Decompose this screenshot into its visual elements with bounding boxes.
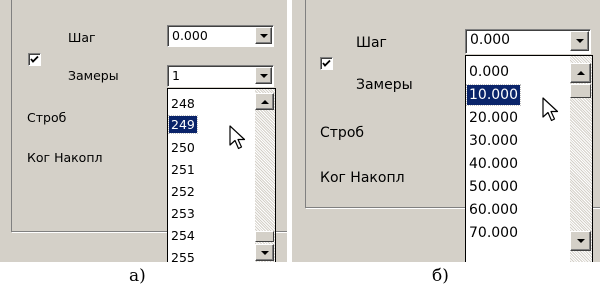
step-combobox[interactable]: 0.000 bbox=[167, 25, 274, 47]
measurements-dropdown-list[interactable]: 248 249 250 251 252 253 254 255 bbox=[167, 88, 276, 262]
scroll-down-icon bbox=[576, 239, 585, 243]
list-item[interactable]: 60.000 bbox=[469, 200, 518, 220]
list-item[interactable]: 30.000 bbox=[469, 131, 518, 151]
scroll-down-icon bbox=[260, 250, 269, 255]
list-item[interactable]: 248 bbox=[171, 94, 195, 114]
list-item[interactable]: 253 bbox=[171, 204, 195, 224]
list-item[interactable]: 40.000 bbox=[469, 154, 518, 174]
step-dropdown-button[interactable] bbox=[255, 27, 272, 44]
list-item[interactable]: 20.000 bbox=[469, 108, 518, 128]
step-label: Шаг bbox=[356, 35, 387, 51]
measurements-label: Замеры bbox=[68, 68, 119, 83]
list-item[interactable]: 251 bbox=[171, 160, 195, 180]
scroll-up-icon bbox=[576, 71, 585, 75]
list-item[interactable]: 255 bbox=[171, 248, 195, 262]
accum-label: Ког Накопл bbox=[27, 150, 103, 165]
caption-a: а) bbox=[129, 266, 146, 286]
dropdown-arrow-icon bbox=[259, 73, 268, 78]
accum-label: Ког Накопл bbox=[320, 170, 405, 186]
measurements-value: 1 bbox=[172, 68, 180, 83]
scroll-down-button[interactable] bbox=[570, 231, 591, 251]
scroll-up-button[interactable] bbox=[255, 93, 274, 110]
step-value: 0.000 bbox=[470, 32, 511, 48]
step-label: Шаг bbox=[68, 30, 96, 45]
step-dropdown-list[interactable]: 0.000 10.000 20.000 30.000 40.000 50.000… bbox=[465, 55, 593, 262]
dropdown-arrow-icon bbox=[575, 39, 584, 43]
strobe-label: Строб bbox=[320, 125, 365, 141]
mouse-pointer-icon bbox=[229, 125, 246, 150]
list-item[interactable]: 50.000 bbox=[469, 177, 518, 197]
mouse-pointer-icon bbox=[542, 97, 559, 122]
scroll-thumb[interactable] bbox=[255, 231, 274, 242]
dropdown-arrow-icon bbox=[259, 33, 268, 38]
scroll-up-button[interactable] bbox=[570, 63, 591, 83]
caption-b: б) bbox=[432, 266, 449, 286]
measurements-checkbox[interactable] bbox=[320, 57, 333, 70]
list-item-selected[interactable]: 10.000 bbox=[466, 84, 521, 106]
strobe-label: Строб bbox=[27, 110, 67, 125]
list-item[interactable]: 70.000 bbox=[469, 223, 518, 243]
check-icon bbox=[322, 59, 331, 67]
measurements-label: Замеры bbox=[356, 77, 413, 93]
list-item[interactable]: 254 bbox=[171, 226, 195, 246]
measurements-dropdown-button[interactable] bbox=[255, 67, 272, 84]
scroll-up-icon bbox=[260, 99, 269, 104]
measurements-checkbox[interactable] bbox=[28, 53, 41, 66]
step-value: 0.000 bbox=[172, 28, 208, 43]
list-item[interactable]: 250 bbox=[171, 138, 195, 158]
list-item[interactable]: 252 bbox=[171, 182, 195, 202]
panel-b: Шаг Замеры 0.000 Строб Ког Накопл 0.000 … bbox=[292, 0, 600, 262]
check-icon bbox=[30, 55, 39, 63]
panel-a: Шаг Замеры 0.000 1 Строб Ког Накопл 248 … bbox=[0, 0, 287, 262]
scroll-down-button[interactable] bbox=[255, 244, 274, 261]
list-item[interactable]: 0.000 bbox=[469, 62, 509, 82]
scroll-thumb[interactable] bbox=[570, 84, 591, 98]
step-dropdown-button[interactable] bbox=[570, 31, 589, 51]
step-combobox[interactable]: 0.000 bbox=[465, 29, 591, 54]
measurements-combobox[interactable]: 1 bbox=[167, 65, 274, 87]
list-item-selected[interactable]: 249 bbox=[168, 115, 198, 134]
